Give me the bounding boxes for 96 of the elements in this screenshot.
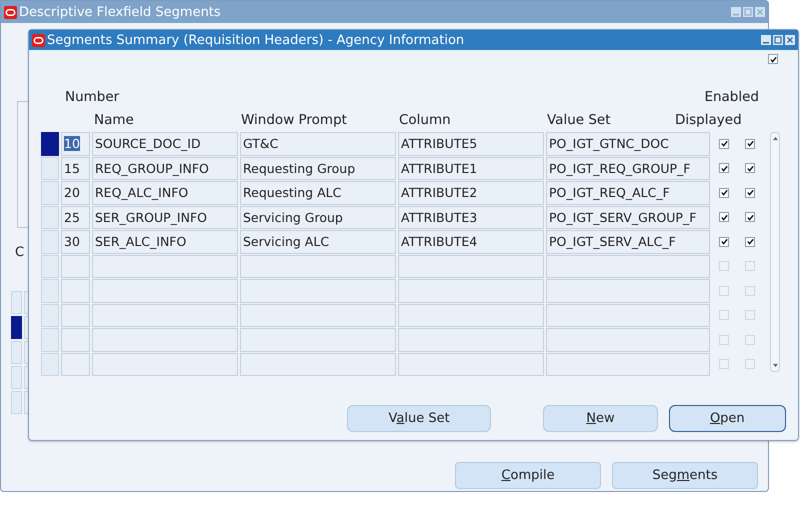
action-button[interactable]: Value Set [347,405,492,432]
action-button[interactable]: Compile [455,462,601,489]
dialog-title: Segments Summary (Requisition Headers) - Agency Information [47,32,464,48]
table-cell[interactable] [398,279,544,302]
row-selector[interactable] [11,316,22,339]
table-cell[interactable]: REQ_ALC_INFO [92,181,238,204]
action-button[interactable]: Segments [612,462,758,489]
table-cell[interactable] [240,328,396,352]
checkbox[interactable] [745,138,755,149]
table-cell[interactable] [61,352,90,376]
table-cell[interactable] [398,304,544,327]
table-cell[interactable] [546,254,710,278]
action-button[interactable]: New [543,405,658,432]
table-cell[interactable]: 10 [61,132,90,156]
app-logo-icon [4,6,17,18]
checkbox[interactable] [719,334,729,345]
table-cell[interactable]: REQ_GROUP_INFO [92,156,238,180]
app-logo-icon [32,34,45,46]
scroll-down-icon[interactable] [772,363,778,368]
table-cell[interactable] [398,254,544,278]
table-cell[interactable]: SOURCE_DOC_ID [92,132,238,156]
table-cell[interactable]: ATTRIBUTE5 [398,132,544,156]
column-header: Enabled [704,89,759,105]
table-cell[interactable] [61,254,90,278]
checkbox[interactable] [745,236,755,247]
column-header: Window Prompt [241,112,347,128]
checkbox[interactable] [719,212,729,222]
table-cell[interactable] [92,304,238,327]
table-cell[interactable]: Servicing ALC [240,230,396,254]
table-cell[interactable]: 30 [61,230,90,254]
checkbox[interactable] [745,359,755,370]
checkbox[interactable] [719,138,729,149]
checkbox[interactable] [719,286,729,296]
checkbox[interactable] [745,261,755,272]
checkbox[interactable] [719,261,729,272]
table-cell[interactable] [546,304,710,327]
table-cell[interactable] [92,279,238,302]
row-selector[interactable] [41,132,59,156]
action-button[interactable]: Open [668,405,786,432]
checkbox[interactable] [768,54,778,64]
table-cell[interactable]: Servicing Group [240,206,396,229]
checkbox[interactable] [719,188,729,198]
table-cell[interactable]: 15 [61,156,90,180]
table-cell[interactable]: 20 [61,181,90,204]
table-cell[interactable] [61,304,90,327]
field-label: C [15,245,24,260]
table-cell[interactable]: GT&C [240,132,396,156]
table-cell[interactable]: ATTRIBUTE2 [398,181,544,204]
table-cell[interactable]: PO_IGT_REQ_ALC_F [546,181,710,204]
checkbox[interactable] [719,163,729,174]
checkbox[interactable] [719,359,729,370]
table-cell[interactable] [546,328,710,352]
table-cell[interactable]: 25 [61,206,90,229]
table-cell[interactable]: PO_IGT_GTNC_DOC [546,132,710,156]
checkbox[interactable] [719,236,729,247]
table-cell[interactable]: PO_IGT_SERV_GROUP_F [546,206,710,229]
checkbox[interactable] [745,334,755,345]
table-cell[interactable] [240,352,396,376]
table-cell[interactable]: PO_IGT_SERV_ALC_F [546,230,710,254]
maximize-icon[interactable] [773,35,783,45]
table-cell[interactable] [61,328,90,352]
column-header: Number [65,89,120,105]
table-cell[interactable] [546,279,710,302]
close-icon[interactable] [785,35,795,45]
checkbox[interactable] [745,212,755,222]
table-cell[interactable]: PO_IGT_REQ_GROUP_F [546,156,710,180]
minimize-icon[interactable] [761,35,771,45]
table-cell[interactable]: SER_ALC_INFO [92,230,238,254]
column-header: Column [399,112,451,128]
checkbox[interactable] [745,163,755,174]
column-header: Displayed [675,112,742,128]
table-cell[interactable]: Requesting ALC [240,181,396,204]
table-cell[interactable] [240,304,396,327]
column-header: Name [94,112,134,128]
checkbox[interactable] [745,310,755,320]
table-cell[interactable] [240,254,396,278]
checkbox[interactable] [745,286,755,296]
table-cell[interactable] [92,254,238,278]
table-cell[interactable] [92,352,238,376]
table-cell[interactable] [398,352,544,376]
table-cell[interactable]: Requesting Group [240,156,396,180]
table-cell[interactable] [61,279,90,302]
table-cell[interactable] [398,328,544,352]
table-cell[interactable] [92,328,238,352]
table-cell[interactable]: ATTRIBUTE4 [398,230,544,254]
scrollbar[interactable] [770,132,780,372]
table-cell[interactable]: ATTRIBUTE1 [398,156,544,180]
checkbox[interactable] [719,310,729,320]
table-cell[interactable]: ATTRIBUTE3 [398,206,544,229]
scroll-up-icon[interactable] [772,136,778,141]
table-cell[interactable] [546,352,710,376]
table-cell[interactable] [240,279,396,302]
window-title: Descriptive Flexfield Segments [19,4,221,20]
table-cell[interactable]: SER_GROUP_INFO [92,206,238,229]
checkbox[interactable] [745,188,755,198]
column-header: Value Set [547,112,611,128]
